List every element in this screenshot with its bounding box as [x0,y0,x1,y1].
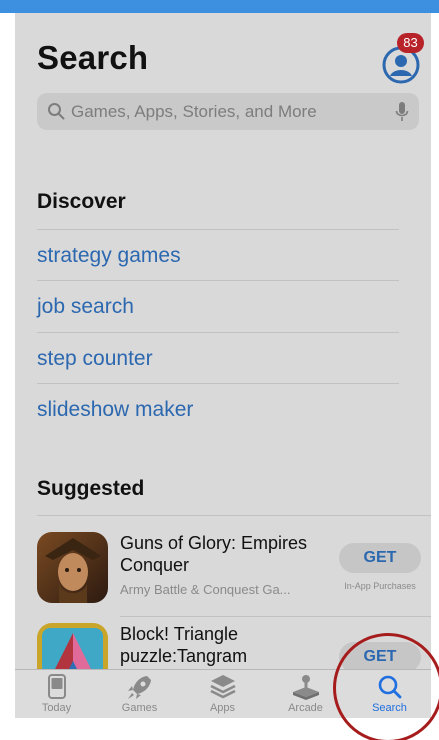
tab-label: Apps [209,702,236,714]
app-name: Guns of Glory: Empires Conquer [120,533,308,575]
notification-badge: 83 [397,33,424,53]
tab-games[interactable]: Games [98,670,181,718]
tab-label: Today [41,702,72,714]
get-button[interactable]: GET [339,543,421,573]
discover-item-step-counter[interactable]: step counter [37,334,399,384]
joystick-icon [293,675,319,700]
microphone-icon[interactable] [395,101,409,123]
page-title: Search [37,39,149,76]
layers-icon [210,675,236,699]
search-input[interactable]: Games, Apps, Stories, and More [37,93,419,130]
discover-item-slideshow-maker[interactable]: slideshow maker [37,385,399,435]
highlight-circle [333,633,439,740]
divider [37,383,399,384]
discover-heading: Discover [37,190,126,213]
discover-item-strategy-games[interactable]: strategy games [37,231,399,281]
guns-of-glory-app-icon [37,532,108,603]
tab-today[interactable]: Today [15,670,98,718]
top-accent-bar [0,0,439,13]
app-row-guns-of-glory[interactable]: Guns of Glory: Empires Conquer Army Batt… [37,532,431,622]
screenshot-stage: Search 83 Games, Apps, Stories, and More… [0,0,439,740]
tab-label: Games [121,702,158,714]
suggested-heading: Suggested [37,477,145,500]
divider [120,616,431,617]
rocket-icon [128,676,151,699]
right-edge [431,13,439,740]
tab-apps[interactable]: Apps [181,670,264,718]
divider [37,280,399,281]
today-icon [48,674,66,699]
divider [37,229,399,230]
app-store-screen: Search 83 Games, Apps, Stories, and More… [15,13,431,718]
search-placeholder: Games, Apps, Stories, and More [71,102,317,121]
app-subtitle: Army Battle & Conquest Ga... [120,582,291,597]
divider [37,332,399,333]
search-icon [48,103,65,120]
app-name: Block! Triangle puzzle:Tangram [120,624,248,666]
in-app-purchases-note: In-App Purchases [344,581,416,591]
discover-item-job-search[interactable]: job search [37,282,399,332]
divider [37,515,431,516]
